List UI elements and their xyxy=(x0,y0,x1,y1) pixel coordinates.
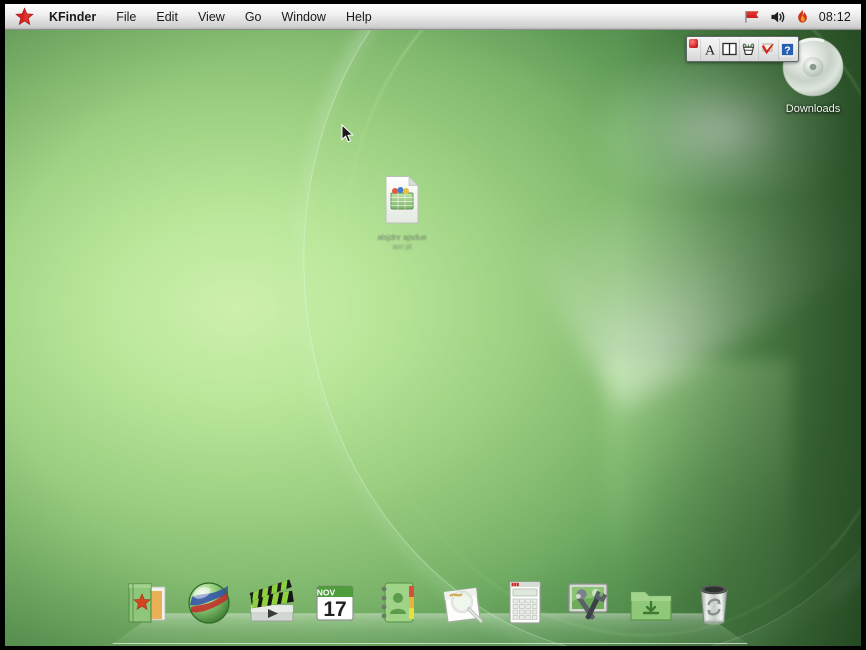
document-label-line2: asn jd xyxy=(392,244,412,251)
menu-item-edit[interactable]: Edit xyxy=(146,7,188,27)
blue-help-question-icon[interactable]: ? xyxy=(777,38,797,60)
red-star-logo-icon[interactable] xyxy=(13,6,35,28)
menu-bar-tray: 08:12 xyxy=(744,9,855,24)
red-check-icon[interactable] xyxy=(758,38,777,60)
dock-trash[interactable] xyxy=(688,574,740,626)
menu-bar: KFinder File Edit View Go Window Help 08… xyxy=(5,4,861,30)
desktop-document-file[interactable]: alsjdnr ajsdue asn jd xyxy=(363,175,441,252)
dock-calculator[interactable] xyxy=(499,574,551,626)
dock: NOV 17 xyxy=(112,570,748,644)
red-flame-icon[interactable] xyxy=(796,9,809,24)
screen: KFinder File Edit View Go Window Help 08… xyxy=(0,0,866,650)
menu-bar-left: KFinder File Edit View Go Window Help xyxy=(13,6,382,28)
dock-movie-player[interactable] xyxy=(246,574,298,626)
menu-item-window[interactable]: Window xyxy=(272,7,336,27)
columns-layout-icon[interactable] xyxy=(719,38,738,60)
svg-text:?: ? xyxy=(785,44,791,56)
font-letter-a-icon[interactable]: A xyxy=(699,38,719,60)
wallpaper-vignette xyxy=(5,30,861,646)
dock-notes-search[interactable] xyxy=(436,574,488,626)
dock-finder-books[interactable] xyxy=(120,574,172,626)
calendar-month-text: NOV xyxy=(317,588,336,598)
dock-icon-list: NOV 17 xyxy=(112,570,748,626)
dock-system-preferences[interactable] xyxy=(562,574,614,626)
document-label-line1: alsjdnr ajsdue xyxy=(377,233,427,242)
dock-calendar[interactable]: NOV 17 xyxy=(309,574,361,626)
dock-web-browser[interactable] xyxy=(183,574,235,626)
menu-item-view[interactable]: View xyxy=(188,7,235,27)
dock-address-book[interactable] xyxy=(372,574,424,626)
speaker-volume-icon[interactable] xyxy=(770,10,787,24)
desktop-wallpaper[interactable] xyxy=(5,30,861,646)
floating-widget-toolbar[interactable]: A ? xyxy=(686,36,799,62)
menu-bar-clock[interactable]: 08:12 xyxy=(818,10,851,24)
spreadsheet-document-icon xyxy=(363,175,441,230)
menu-item-file[interactable]: File xyxy=(106,7,146,27)
dock-downloads-folder[interactable] xyxy=(625,574,677,626)
red-flag-icon[interactable] xyxy=(744,10,761,24)
calendar-day-text: 17 xyxy=(324,598,347,621)
menu-item-help[interactable]: Help xyxy=(336,7,382,27)
red-status-dot-icon[interactable] xyxy=(689,39,698,48)
menu-item-kfinder[interactable]: KFinder xyxy=(39,7,106,27)
jester-hat-icon[interactable] xyxy=(738,38,758,60)
svg-text:A: A xyxy=(705,43,716,57)
menu-item-go[interactable]: Go xyxy=(235,7,272,27)
